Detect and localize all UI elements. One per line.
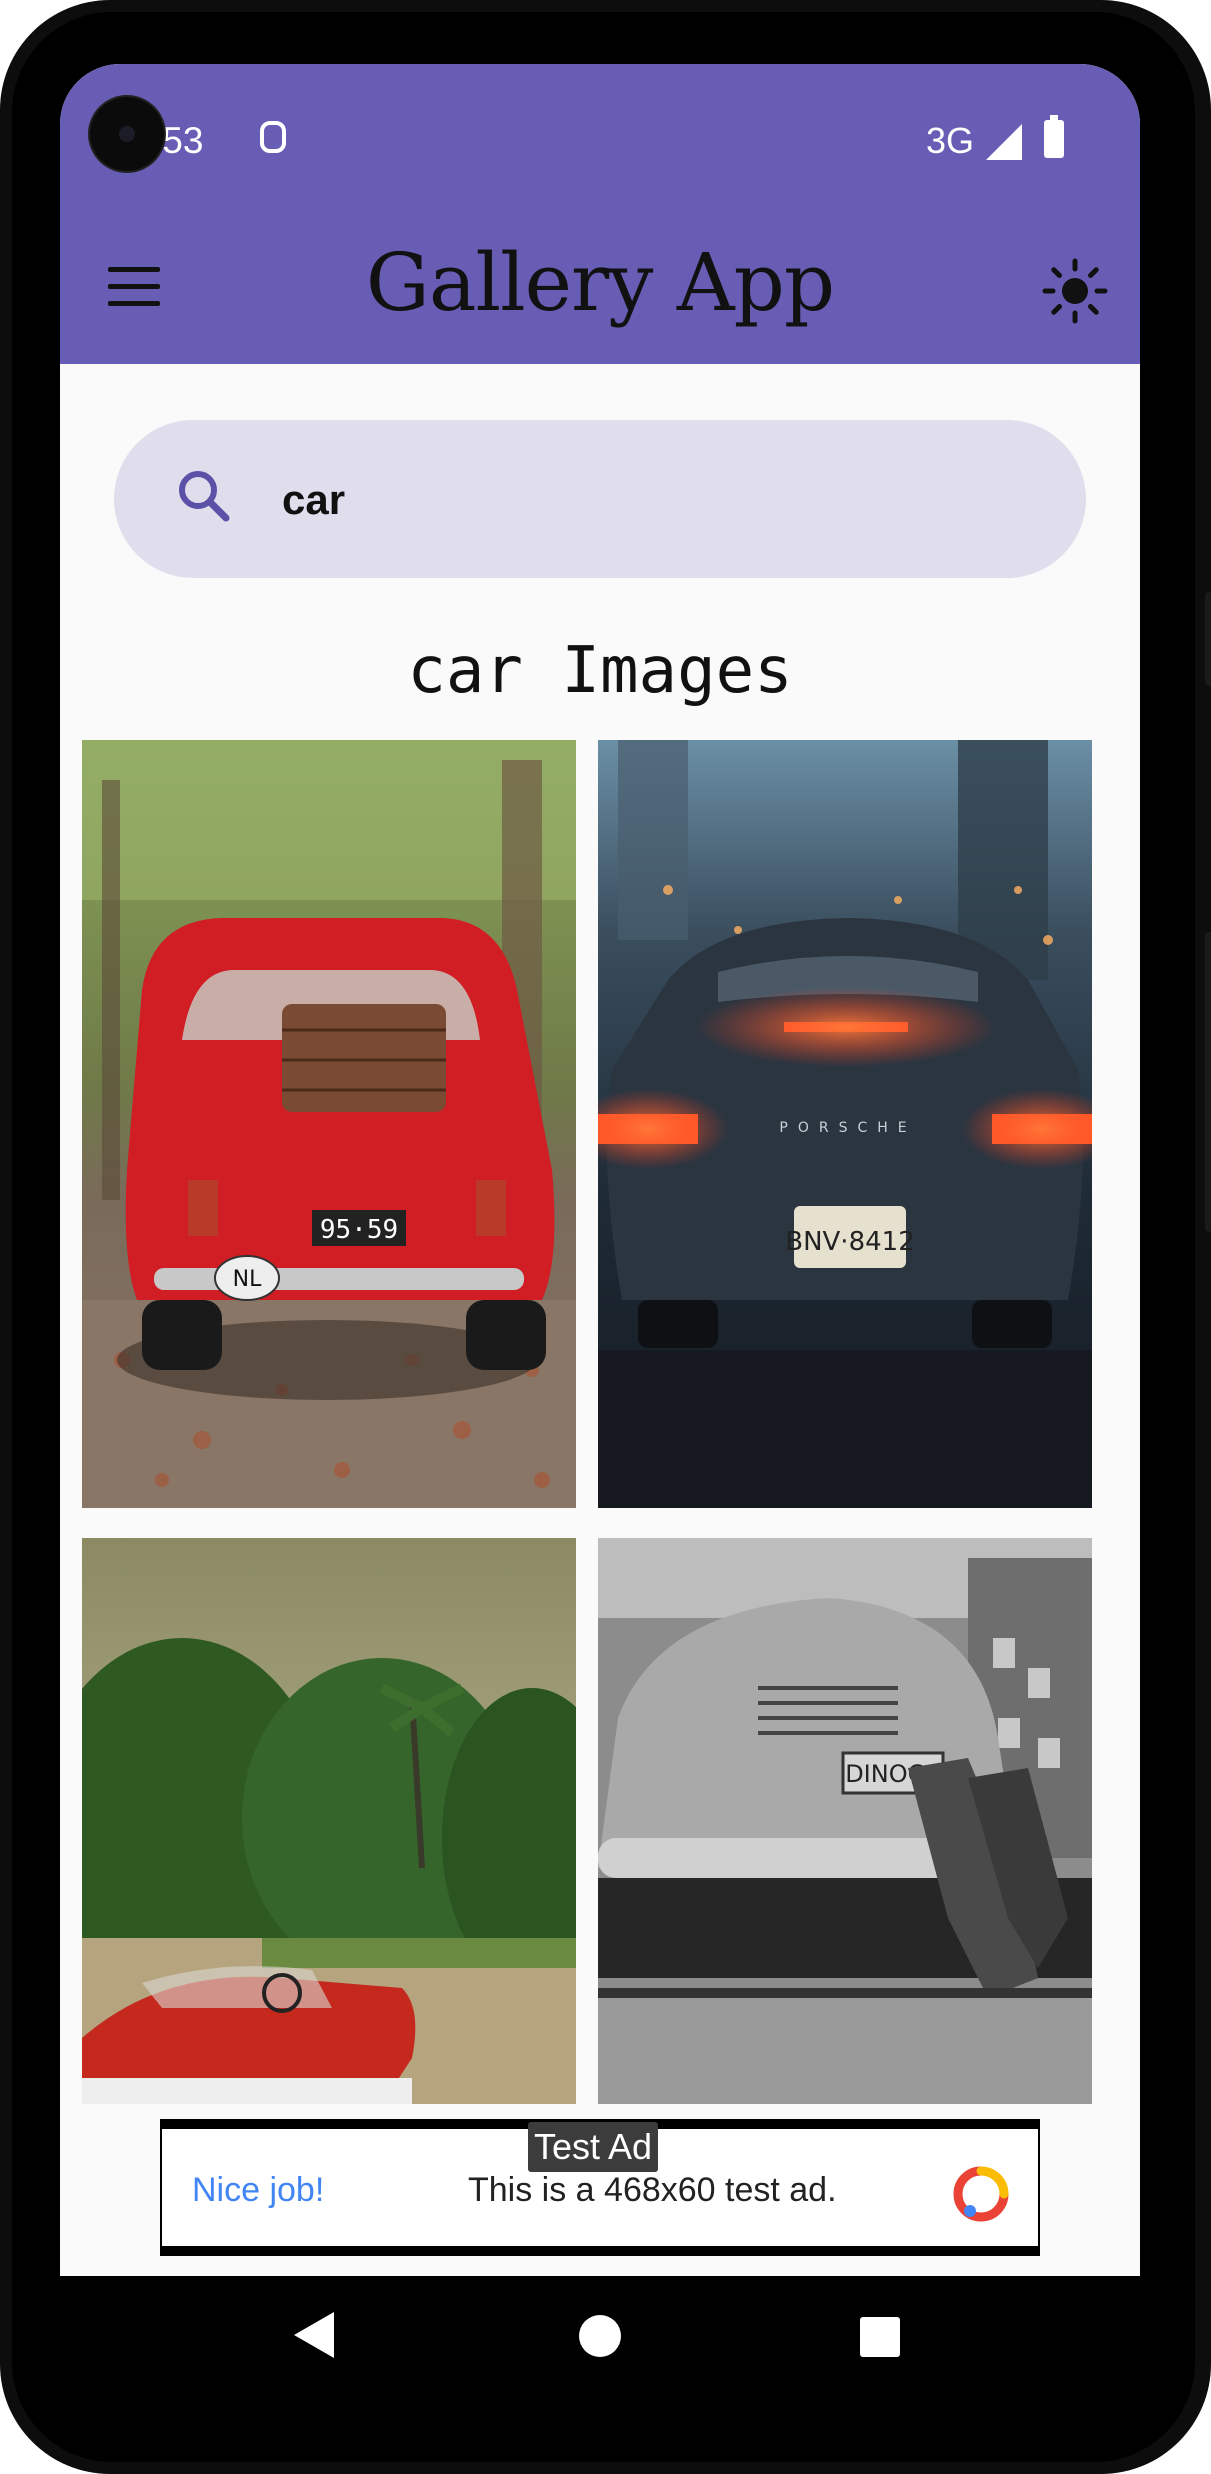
screen: :53 3G Gallery App car car Images 95·59 … [60,64,1140,2276]
search-bar[interactable]: car [114,420,1086,578]
svg-text:PORSCHE: PORSCHE [779,1120,916,1136]
sun-icon[interactable] [1042,258,1108,324]
svg-text:95·59: 95·59 [320,1215,398,1245]
red-convertible-in-jungle-image[interactable] [82,1538,576,2104]
front-camera [90,97,164,171]
recents-icon[interactable] [859,2316,901,2358]
ad-cta[interactable]: Nice job! [192,2171,324,2210]
svg-text:NL: NL [233,1267,262,1292]
svg-text:BNV·8412: BNV·8412 [785,1227,915,1257]
black-white-beetle-repair-image[interactable]: DINOCA [598,1538,1092,2104]
search-input[interactable]: car [282,476,345,524]
volume-button [1205,932,1211,1232]
results-title: car Images [407,634,793,708]
phone-frame: :53 3G Gallery App car car Images 95·59 … [0,0,1211,2474]
search-icon [179,471,230,522]
app-bar: :53 3G Gallery App [60,64,1140,364]
network-type: 3G [926,120,975,161]
signal-icon [986,124,1022,160]
battery-icon [1044,115,1064,158]
ad-logo-icon [953,2166,1009,2222]
red-fiat-with-luggage-image[interactable]: 95·59 NL [82,740,576,1508]
power-button [1205,592,1211,686]
status-bar: :53 3G [60,64,1140,214]
ad-text: This is a 468x60 test ad. [468,2171,837,2209]
app-title: Gallery App [365,236,835,329]
test-ad-label: Test Ad [528,2122,659,2172]
back-icon[interactable] [292,2310,336,2360]
sim-recording-icon [260,121,286,153]
home-icon[interactable] [578,2314,622,2358]
porsche-911-carrera-rear-image[interactable]: PORSCHE BNV·8412 [598,740,1092,1508]
